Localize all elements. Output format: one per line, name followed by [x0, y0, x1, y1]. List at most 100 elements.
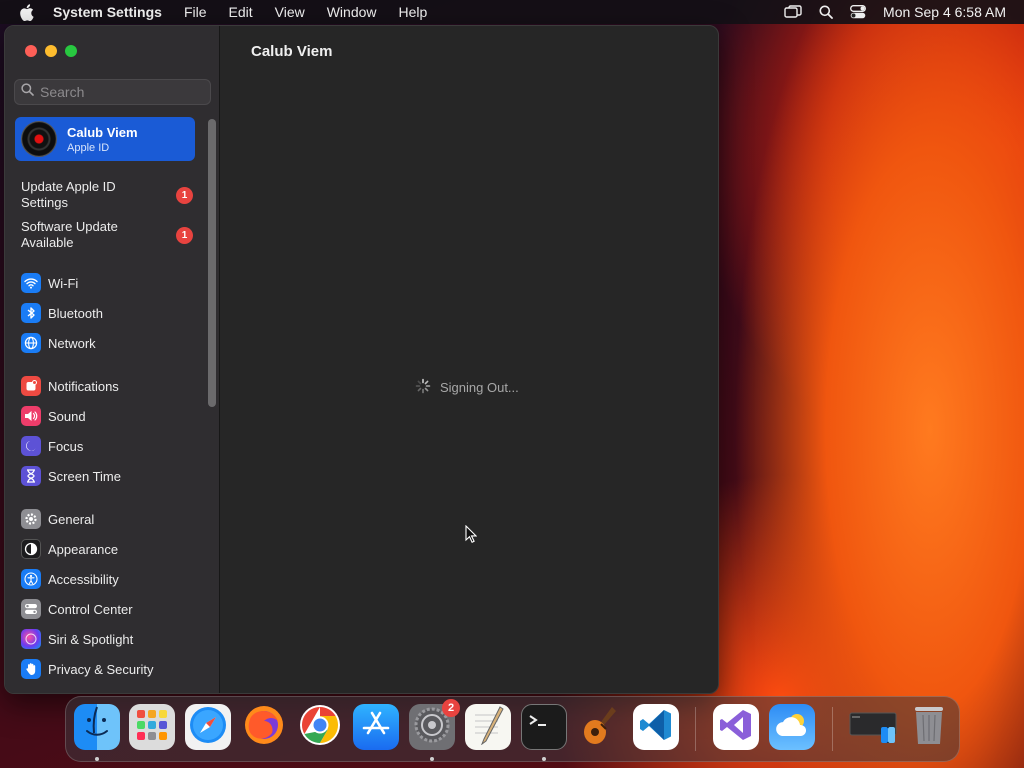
close-window-button[interactable] [25, 45, 37, 57]
moon-icon [21, 436, 41, 456]
sidebar-item-focus[interactable]: Focus [21, 434, 201, 458]
dock-trash[interactable] [906, 704, 952, 750]
safari-icon [188, 705, 228, 750]
sidebar-scrollbar[interactable] [208, 119, 216, 407]
menu-clock[interactable]: Mon Sep 4 6:58 AM [883, 4, 1006, 20]
notice-update-apple-id[interactable]: Update Apple ID Settings 1 [21, 179, 201, 211]
status-text: Signing Out... [440, 380, 519, 395]
sidebar-item-appearance[interactable]: Appearance [21, 537, 201, 561]
terminal-icon [526, 710, 562, 745]
accessibility-icon [21, 569, 41, 589]
sidebar-item-label: Accessibility [48, 571, 119, 587]
dock-app-store[interactable] [353, 704, 399, 750]
sidebar-item-wifi[interactable]: Wi-Fi [21, 271, 201, 295]
sidebar-item-label: Control Center [48, 601, 133, 617]
dock-chrome[interactable] [297, 704, 343, 750]
menu-window[interactable]: Window [327, 4, 377, 20]
speaker-icon [21, 406, 41, 426]
sidebar-item-label: Siri & Spotlight [48, 631, 134, 647]
sidebar-item-privacy-security[interactable]: Privacy & Security [21, 657, 201, 681]
dock-textedit[interactable] [465, 704, 511, 750]
sidebar-item-label: Screen Time [48, 468, 121, 484]
hand-icon [21, 659, 41, 679]
notice-label: Software Update Available [21, 219, 118, 250]
sidebar-item-apple-id[interactable]: Calub Viem Apple ID [15, 117, 195, 161]
finder-icon [77, 705, 117, 750]
garageband-icon [578, 703, 622, 752]
finder-window-icon [849, 705, 899, 750]
sidebar: Calub Viem Apple ID Update Apple ID Sett… [5, 26, 220, 693]
account-name: Calub Viem [67, 124, 138, 140]
sidebar-item-network[interactable]: Network [21, 331, 201, 355]
dock-firefox[interactable] [241, 704, 287, 750]
menu-app-name[interactable]: System Settings [53, 4, 162, 20]
textedit-icon [470, 705, 506, 750]
mouse-pointer-icon [465, 524, 478, 548]
notification-badge: 1 [176, 226, 193, 244]
sidebar-item-label: Privacy & Security [48, 661, 154, 677]
dock-weather[interactable] [769, 704, 815, 750]
dock-terminal[interactable] [521, 704, 567, 750]
dock-vscode[interactable] [633, 704, 679, 750]
control-center-icon [21, 599, 41, 619]
hourglass-icon [21, 466, 41, 486]
signing-out-status: Signing Out... [415, 378, 519, 397]
window-controls [25, 45, 77, 57]
appearance-icon [21, 539, 41, 559]
avatar [21, 121, 57, 157]
notice-software-update[interactable]: Software Update Available 1 [21, 219, 201, 251]
gear-icon [21, 509, 41, 529]
chrome-icon [298, 703, 342, 752]
sidebar-item-general[interactable]: General [21, 507, 201, 531]
sidebar-item-label: Bluetooth [48, 305, 103, 321]
spinner-icon [415, 378, 431, 397]
sidebar-item-label: Notifications [48, 378, 119, 394]
sidebar-item-bluetooth[interactable]: Bluetooth [21, 301, 201, 325]
sidebar-item-label: General [48, 511, 95, 527]
dock-badge: 2 [442, 699, 460, 717]
sidebar-item-notifications[interactable]: Notifications [21, 374, 201, 398]
globe-icon [21, 333, 41, 353]
system-settings-window: Calub Viem Apple ID Update Apple ID Sett… [4, 25, 719, 694]
menu-help[interactable]: Help [399, 4, 428, 20]
menu-view[interactable]: View [275, 4, 305, 20]
sidebar-item-screen-time[interactable]: Screen Time [21, 464, 201, 488]
dock-safari[interactable] [185, 704, 231, 750]
notice-label: Update Apple ID Settings [21, 179, 116, 210]
sidebar-item-label: Appearance [48, 541, 119, 557]
firefox-icon [242, 703, 286, 752]
page-title: Calub Viem [251, 43, 333, 60]
sidebar-item-accessibility[interactable]: Accessibility [21, 567, 201, 591]
sidebar-item-label: Focus [48, 438, 84, 454]
screen-mirroring-icon[interactable] [784, 5, 802, 19]
running-indicator [542, 757, 546, 761]
apple-menu-icon[interactable] [17, 3, 35, 21]
search-input[interactable] [40, 84, 200, 100]
dock-launchpad[interactable] [129, 704, 175, 750]
dock-visual-studio[interactable] [713, 704, 759, 750]
sidebar-item-label: Network [48, 335, 96, 351]
visual-studio-icon [718, 707, 754, 748]
menu-edit[interactable]: Edit [229, 4, 253, 20]
account-subtitle: Apple ID [67, 141, 110, 154]
menu-file[interactable]: File [184, 4, 207, 20]
dock-finder-window[interactable] [849, 704, 899, 750]
wifi-icon [21, 273, 41, 293]
sidebar-item-sound[interactable]: Sound [21, 404, 201, 428]
running-indicator [430, 757, 434, 761]
sidebar-item-siri-spotlight[interactable]: Siri & Spotlight [21, 627, 201, 651]
app-store-icon [360, 709, 392, 746]
sidebar-item-control-center[interactable]: Control Center [21, 597, 201, 621]
vscode-icon [638, 707, 674, 748]
control-center-toggle-icon[interactable] [850, 5, 866, 19]
sidebar-search[interactable] [14, 79, 211, 105]
dock-finder[interactable] [74, 704, 120, 750]
spotlight-search-icon[interactable] [819, 5, 833, 19]
dock: 2 [65, 696, 960, 762]
search-icon [21, 83, 34, 101]
notification-badge: 1 [176, 186, 193, 204]
minimize-window-button[interactable] [45, 45, 57, 57]
weather-icon [773, 710, 811, 745]
zoom-window-button[interactable] [65, 45, 77, 57]
dock-garageband[interactable] [577, 704, 623, 750]
